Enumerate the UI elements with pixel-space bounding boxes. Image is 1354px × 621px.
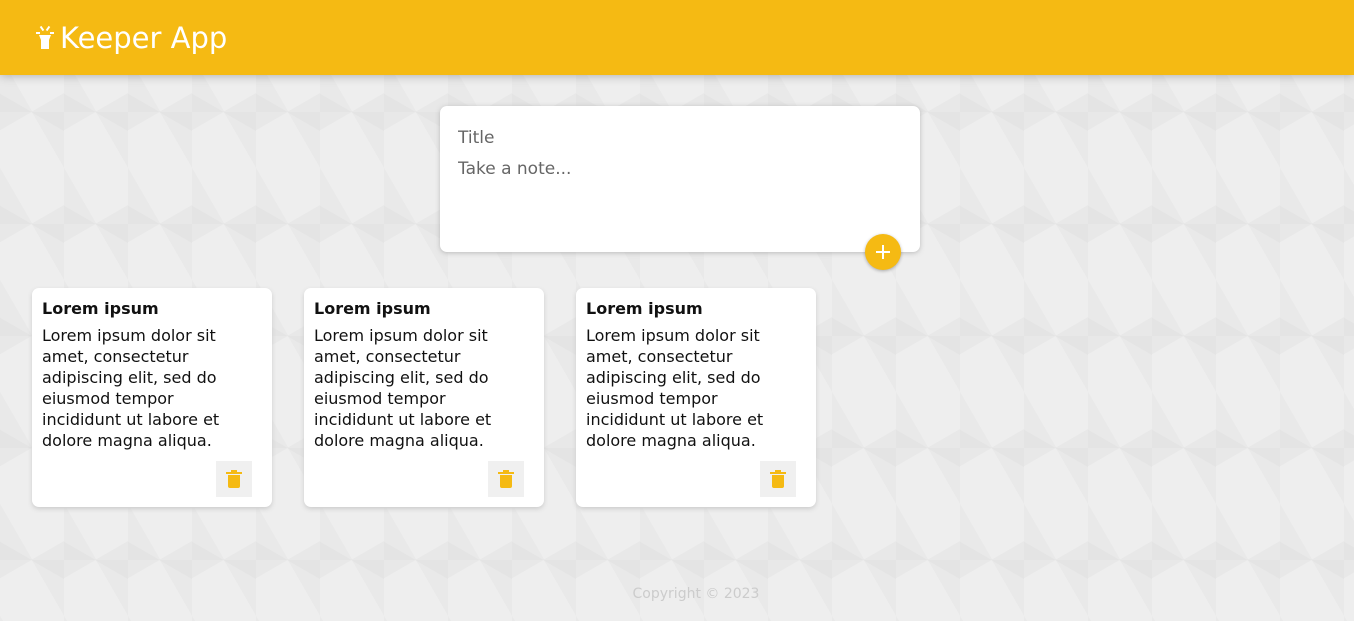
highlight-lamp-icon: [34, 25, 56, 51]
delete-note-button[interactable]: [488, 461, 524, 497]
note-content-input[interactable]: [458, 158, 898, 238]
delete-note-button[interactable]: [216, 461, 252, 497]
note-card: Lorem ipsum Lorem ipsum dolor sit amet, …: [32, 288, 272, 507]
plus-icon: [875, 244, 891, 260]
note-card: Lorem ipsum Lorem ipsum dolor sit amet, …: [576, 288, 816, 507]
trash-icon: [770, 470, 786, 488]
app-header: Keeper App: [0, 0, 1354, 75]
note-title: Lorem ipsum: [314, 299, 431, 318]
note-content: Lorem ipsum dolor sit amet, consectetur …: [314, 326, 492, 450]
add-note-button[interactable]: [865, 234, 901, 270]
page-footer: Copyright © 2023: [0, 584, 1354, 604]
note-title: Lorem ipsum: [42, 299, 159, 318]
app-logo: Keeper App: [34, 20, 227, 56]
app-title: Keeper App: [60, 21, 228, 55]
note-title-input[interactable]: [458, 126, 898, 150]
trash-icon: [498, 470, 514, 488]
note-card: Lorem ipsum Lorem ipsum dolor sit amet, …: [304, 288, 544, 507]
create-note-form: [440, 106, 920, 252]
note-content: Lorem ipsum dolor sit amet, consectetur …: [586, 326, 764, 450]
note-title: Lorem ipsum: [586, 299, 703, 318]
note-content: Lorem ipsum dolor sit amet, consectetur …: [42, 326, 220, 450]
trash-icon: [226, 470, 242, 488]
copyright-text: Copyright © 2023: [632, 586, 760, 602]
delete-note-button[interactable]: [760, 461, 796, 497]
